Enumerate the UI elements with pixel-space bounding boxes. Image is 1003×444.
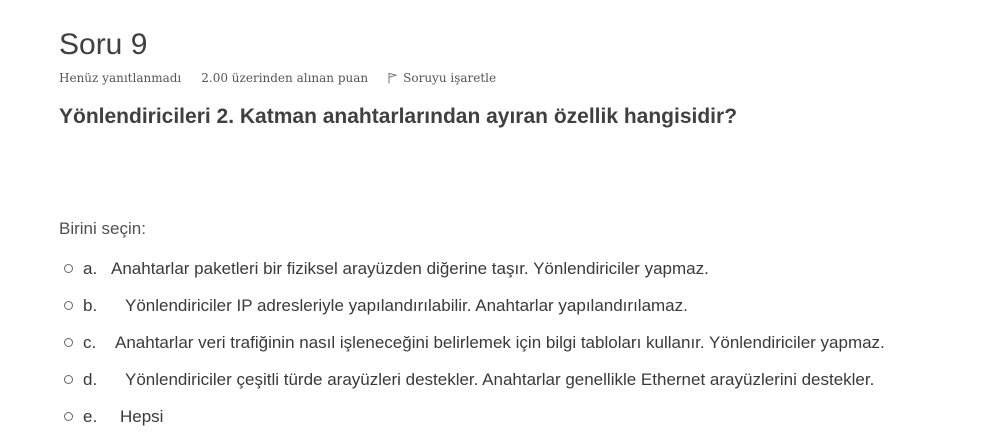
- radio-button-icon[interactable]: [64, 375, 73, 384]
- question-status: Henüz yanıtlanmadı: [59, 71, 182, 85]
- answer-letter: c.: [83, 332, 97, 352]
- answer-prompt: Birini seçin:: [59, 219, 146, 238]
- answer-letter: a.: [83, 258, 98, 278]
- question-info: Henüz yanıtlanmadı 2.00 üzerinden alınan…: [59, 71, 496, 85]
- radio-button-icon[interactable]: [64, 301, 73, 310]
- question-grade: 2.00 üzerinden alınan puan: [201, 71, 369, 85]
- answer-text: Yönlendiriciler çeşitli türde arayüzleri…: [125, 369, 875, 389]
- answer-text: Yönlendiriciler IP adresleriyle yapıland…: [125, 295, 688, 315]
- radio-button-icon[interactable]: [64, 264, 73, 273]
- answer-list: a. Anahtarlar paketleri bir fiziksel ara…: [59, 250, 885, 435]
- answer-text: Anahtarlar paketleri bir fiziksel arayüz…: [111, 258, 709, 278]
- answer-option-b[interactable]: b. Yönlendiriciler IP adresleriyle yapıl…: [59, 287, 885, 324]
- answer-text: Anahtarlar veri trafiğinin nasıl işlenec…: [115, 332, 885, 352]
- answer-text: Hepsi: [120, 406, 164, 426]
- flag-label: Soruyu işaretle: [403, 71, 497, 85]
- answer-letter: d.: [83, 369, 98, 389]
- answer-option-a[interactable]: a. Anahtarlar paketleri bir fiziksel ara…: [59, 250, 885, 287]
- radio-button-icon[interactable]: [64, 412, 73, 421]
- answer-letter: e.: [83, 406, 98, 426]
- flag-icon: [388, 72, 398, 84]
- question-text: Yönlendiricileri 2. Katman anahtarlarınd…: [59, 105, 738, 128]
- flag-question-link[interactable]: Soruyu işaretle: [388, 71, 496, 85]
- answer-letter: b.: [83, 295, 98, 315]
- answer-option-d[interactable]: d. Yönlendiriciler çeşitli türde arayüzl…: [59, 361, 885, 398]
- question-number-title: Soru 9: [59, 28, 148, 61]
- radio-button-icon[interactable]: [64, 338, 73, 347]
- answer-option-e[interactable]: e. Hepsi: [59, 398, 885, 435]
- answer-option-c[interactable]: c. Anahtarlar veri trafiğinin nasıl işle…: [59, 324, 885, 361]
